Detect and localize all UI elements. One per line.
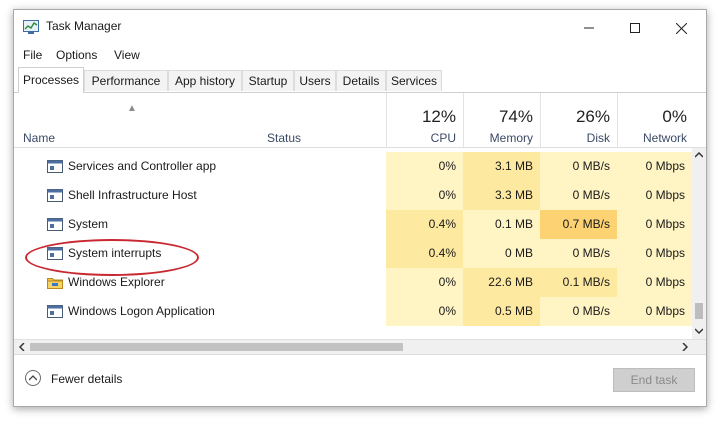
menu-bar: File Options View [14,44,706,66]
footer-bar: Fewer details End task [14,354,706,406]
maximize-button[interactable] [612,14,658,42]
disk-value: 0 MB/s [540,297,617,326]
memory-value: 22.6 MB [463,268,540,297]
sort-ascending-icon: ▲ [127,103,137,114]
memory-value: 0 MB [463,239,540,268]
scroll-down-icon[interactable] [695,328,703,334]
menu-options[interactable]: Options [56,48,97,62]
network-value: 0 Mbps [617,152,692,181]
column-header-network[interactable]: Network [617,131,687,145]
memory-value: 0.5 MB [463,297,540,326]
disk-value: 0 MB/s [540,181,617,210]
memory-total-percent: 74% [498,107,533,126]
disk-total-percent: 26% [575,107,610,126]
fewer-details-link[interactable]: Fewer details [51,372,122,386]
column-header-memory[interactable]: Memory [463,131,533,145]
disk-value: 0.1 MB/s [540,268,617,297]
process-name: Services and Controller app [68,159,217,173]
close-button[interactable] [658,14,704,42]
menu-file[interactable]: File [23,48,42,62]
window-title: Task Manager [46,19,122,33]
minimize-button[interactable] [566,14,612,42]
chevron-up-circle-icon[interactable] [25,370,41,386]
cpu-value: 0% [386,297,463,326]
column-header-disk[interactable]: Disk [540,131,610,145]
cpu-value: 0% [386,268,463,297]
tab-services[interactable]: Services [386,70,442,91]
vertical-scroll-thumb[interactable] [695,303,703,319]
cpu-value: 0.4% [386,210,463,239]
horizontal-scrollbar[interactable] [14,339,706,354]
menu-view[interactable]: View [114,48,140,62]
disk-value: 0.7 MB/s [540,210,617,239]
process-name: System [68,217,109,231]
service-window-icon [47,160,63,173]
table-row[interactable]: Windows Logon Application 0% 0.5 MB 0 MB… [14,297,692,326]
scroll-left-icon[interactable] [19,343,25,351]
cpu-value: 0% [386,181,463,210]
table-row[interactable]: System 0.4% 0.1 MB 0.7 MB/s 0 Mbps [14,210,692,239]
scroll-up-icon[interactable] [695,152,703,158]
disk-value: 0 MB/s [540,239,617,268]
maximize-icon [630,23,640,33]
service-window-icon [47,189,63,202]
tab-strip: Processes Performance App history Startu… [14,67,706,93]
network-total-percent: 0% [662,107,687,126]
tab-details[interactable]: Details [336,70,386,91]
close-icon [675,22,687,34]
network-value: 0 Mbps [617,297,692,326]
memory-value: 3.3 MB [463,181,540,210]
network-value: 0 Mbps [617,268,692,297]
folder-icon [47,278,63,289]
memory-value: 0.1 MB [463,210,540,239]
tab-startup[interactable]: Startup [242,70,294,91]
vertical-scrollbar[interactable] [692,148,706,339]
cpu-value: 0% [386,152,463,181]
tab-performance[interactable]: Performance [84,70,168,91]
column-header-row: ▲ Name Status 12% CPU 74% Memory 26% Dis… [14,93,706,148]
service-window-icon [47,305,63,318]
tab-processes[interactable]: Processes [18,67,84,93]
horizontal-scroll-thumb[interactable] [30,343,403,351]
task-manager-window: Task Manager File Options View Processes… [13,9,707,407]
network-value: 0 Mbps [617,239,692,268]
cpu-value: 0.4% [386,239,463,268]
network-value: 0 Mbps [617,210,692,239]
end-task-button[interactable]: End task [613,368,695,392]
column-header-cpu[interactable]: CPU [386,131,456,145]
minimize-icon [584,27,594,29]
cpu-total-percent: 12% [421,107,456,126]
process-name: Windows Logon Application [68,304,215,318]
memory-value: 3.1 MB [463,152,540,181]
tab-users[interactable]: Users [294,70,336,91]
table-row[interactable]: Services and Controller app 0% 3.1 MB 0 … [14,152,692,181]
scroll-right-icon[interactable] [682,343,688,351]
network-value: 0 Mbps [617,181,692,210]
table-row[interactable]: Shell Infrastructure Host 0% 3.3 MB 0 MB… [14,181,692,210]
column-header-name[interactable]: Name [23,131,55,145]
annotation-ellipse [25,239,199,276]
service-window-icon [47,218,63,231]
column-header-status[interactable]: Status [267,131,301,145]
process-name: Shell Infrastructure Host [68,188,197,202]
disk-value: 0 MB/s [540,152,617,181]
tab-app-history[interactable]: App history [168,70,242,91]
title-bar[interactable]: Task Manager [14,10,706,44]
task-manager-app-icon [23,20,39,34]
